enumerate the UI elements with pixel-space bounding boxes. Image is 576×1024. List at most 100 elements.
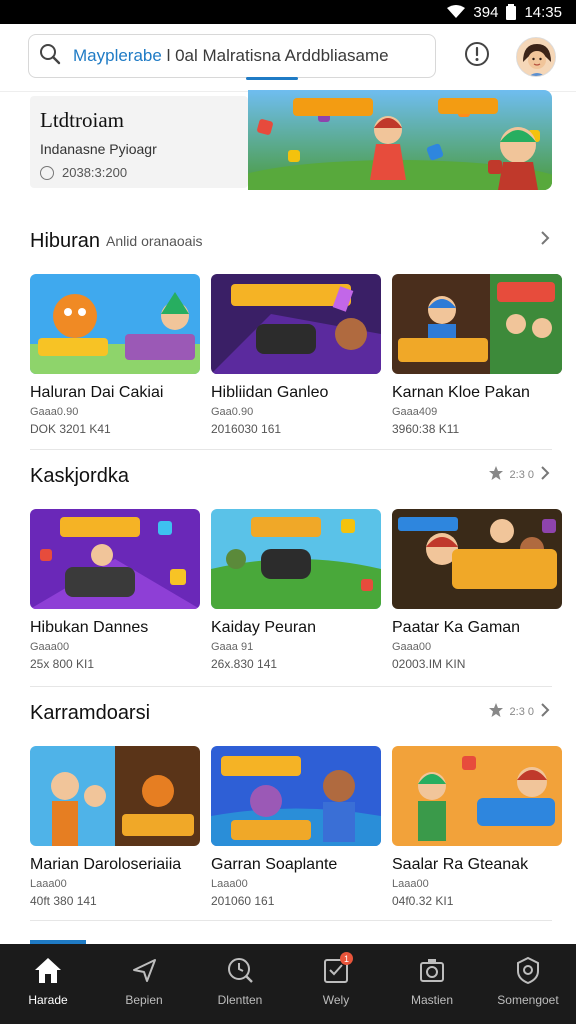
nav-item-settings[interactable]: Somengoet xyxy=(480,944,576,1024)
nav-item-explore[interactable]: Bepien xyxy=(96,944,192,1024)
chevron-right-icon xyxy=(540,702,550,721)
card-stats: 26x.830 141 xyxy=(211,657,278,671)
game-card[interactable]: Marian Daroloseriaiia Laaa00 40ft 380 14… xyxy=(30,746,200,908)
search-underline xyxy=(246,77,298,80)
nav-label: Bepien xyxy=(125,993,163,1007)
featured-subtitle: Indanasne Pyioagr xyxy=(40,141,157,157)
signal-text: 394 xyxy=(473,3,499,21)
home-icon xyxy=(33,956,63,987)
search-rest-text: l 0al Malratisna Arddbliasame xyxy=(166,46,389,65)
card-row: Marian Daroloseriaiia Laaa00 40ft 380 14… xyxy=(30,746,562,908)
card-title: Karnan Kloe Pakan xyxy=(392,384,530,401)
card-meta: Gaaa409 xyxy=(392,406,438,418)
featured-card[interactable]: Ltdtroiam Indanasne Pyioagr 2038:3:200 xyxy=(30,96,248,188)
card-meta: Laaa00 xyxy=(30,878,67,890)
featured-time: 2038:3:200 xyxy=(62,165,128,180)
nav-label: Wely xyxy=(322,993,350,1007)
game-card[interactable]: Hibliidan Ganleo Gaa0.90 2016030 161 xyxy=(211,274,381,436)
section-action-label: 2:3 0 xyxy=(509,468,534,481)
card-stats: 25x 800 KI1 xyxy=(30,657,95,671)
game-card[interactable]: Haluran Dai Cakiai Gaaa0.90 DOK 3201 K41 xyxy=(30,274,200,436)
nav-label: Harade xyxy=(28,993,68,1007)
bottom-navigation: Harade Bepien Dlentten 1 Wely Mastien So… xyxy=(0,944,576,1024)
notification-badge: 1 xyxy=(340,952,353,965)
card-stats: 02003.IM KIN xyxy=(392,657,466,671)
section-divider xyxy=(30,920,552,921)
section-title: Hiburan xyxy=(30,229,101,252)
game-thumbnail[interactable] xyxy=(30,274,200,374)
nav-item-media[interactable]: Mastien xyxy=(384,944,480,1024)
card-title: Marian Daroloseriaiia xyxy=(30,856,182,873)
section-subtitle: Anlid oranaoais xyxy=(106,233,203,249)
chevron-right-icon xyxy=(540,230,550,249)
avatar[interactable] xyxy=(516,37,556,77)
camera-icon xyxy=(418,956,446,987)
card-meta: Gaaa0.90 xyxy=(30,406,79,418)
status-time: 14:35 xyxy=(524,3,562,21)
section-header[interactable]: Karramdoarsi 2:3 0 xyxy=(30,698,552,728)
section-header[interactable]: Kaskjordka 2:3 0 xyxy=(30,461,552,491)
card-title: Hibliidan Ganleo xyxy=(211,384,329,401)
app-header: Mayplerabe l 0al Malratisna Arddbliasame xyxy=(0,24,576,92)
game-thumbnail[interactable] xyxy=(30,509,200,609)
info-button[interactable] xyxy=(462,41,492,71)
game-card[interactable]: Garran Soaplante Laaa00 201060 161 xyxy=(211,746,381,908)
game-thumbnail[interactable] xyxy=(211,509,381,609)
wifi-icon xyxy=(447,5,466,19)
star-icon xyxy=(488,465,504,484)
card-title: Saalar Ra Gteanak xyxy=(392,856,529,873)
game-card[interactable]: Paatar Ka Gaman Gaaa00 02003.IM KIN xyxy=(392,509,562,671)
card-title: Hibukan Dannes xyxy=(30,619,149,636)
nav-label: Mastien xyxy=(410,993,454,1007)
card-meta: Gaa0.90 xyxy=(211,406,254,418)
card-stats: DOK 3201 K41 xyxy=(30,422,111,436)
featured-banner[interactable]: Ltdtroiam Indanasne Pyioagr 2038:3:200 xyxy=(30,90,552,190)
search-icon xyxy=(39,43,61,70)
section-kaskjordka: Kaskjordka 2:3 0 Hibukan Dannes Gaaa00 2… xyxy=(30,461,562,671)
featured-image[interactable] xyxy=(248,90,552,190)
nav-item-home[interactable]: Harade xyxy=(0,944,96,1024)
nav-label: Somengoet xyxy=(497,993,559,1007)
nav-label: Dlentten xyxy=(217,993,263,1007)
status-bar: 394 14:35 xyxy=(0,0,576,24)
card-stats: 201060 161 xyxy=(211,894,275,908)
game-thumbnail[interactable] xyxy=(392,274,562,374)
nav-item-history[interactable]: Dlentten xyxy=(192,944,288,1024)
shield-settings-icon xyxy=(514,956,542,987)
section-divider xyxy=(30,449,552,450)
game-thumbnail[interactable] xyxy=(211,274,381,374)
card-title: Garran Soaplante xyxy=(211,856,338,873)
search-input[interactable]: Mayplerabe l 0al Malratisna Arddbliasame xyxy=(73,46,389,66)
game-thumbnail[interactable] xyxy=(211,746,381,846)
section-title: Karramdoarsi xyxy=(30,701,151,724)
section-rating-button[interactable]: 2:3 0 xyxy=(488,465,550,484)
section-karramdoarsi: Karramdoarsi 2:3 0 Marian Daroloseriaiia… xyxy=(30,698,562,908)
featured-title: Ltdtroiam xyxy=(40,108,124,132)
card-title: Haluran Dai Cakiai xyxy=(30,384,164,401)
card-title: Paatar Ka Gaman xyxy=(392,619,521,636)
search-accent-text: Mayplerabe xyxy=(73,46,162,65)
game-card[interactable]: Kaiday Peuran Gaaa 91 26x.830 141 xyxy=(211,509,381,671)
section-more-button[interactable] xyxy=(540,230,550,249)
game-card[interactable]: Saalar Ra Gteanak Laaa00 04f0.32 KI1 xyxy=(392,746,562,908)
game-thumbnail[interactable] xyxy=(392,509,562,609)
card-row: Hibukan Dannes Gaaa00 25x 800 KI1 Kaiday… xyxy=(30,509,562,671)
info-icon xyxy=(464,41,490,72)
search-bar[interactable]: Mayplerabe l 0al Malratisna Arddbliasame xyxy=(28,34,436,78)
section-header[interactable]: Hiburan Anlid oranaoais xyxy=(30,226,552,256)
game-thumbnail[interactable] xyxy=(392,746,562,846)
section-rating-button[interactable]: 2:3 0 xyxy=(488,702,550,721)
card-meta: Gaaa00 xyxy=(30,641,70,653)
game-card[interactable]: Hibukan Dannes Gaaa00 25x 800 KI1 xyxy=(30,509,200,671)
radio-icon[interactable] xyxy=(40,165,54,180)
nav-item-notifications[interactable]: 1 Wely xyxy=(288,944,384,1024)
card-meta: Laaa00 xyxy=(211,878,248,890)
navigate-icon xyxy=(130,956,158,987)
card-meta: Gaaa 91 xyxy=(211,641,254,653)
battery-icon xyxy=(506,4,517,20)
game-thumbnail[interactable] xyxy=(30,746,200,846)
card-stats: 2016030 161 xyxy=(211,422,282,436)
chevron-right-icon xyxy=(540,465,550,484)
clock-search-icon xyxy=(226,956,254,987)
game-card[interactable]: Karnan Kloe Pakan Gaaa409 3960:38 K11 xyxy=(392,274,562,436)
